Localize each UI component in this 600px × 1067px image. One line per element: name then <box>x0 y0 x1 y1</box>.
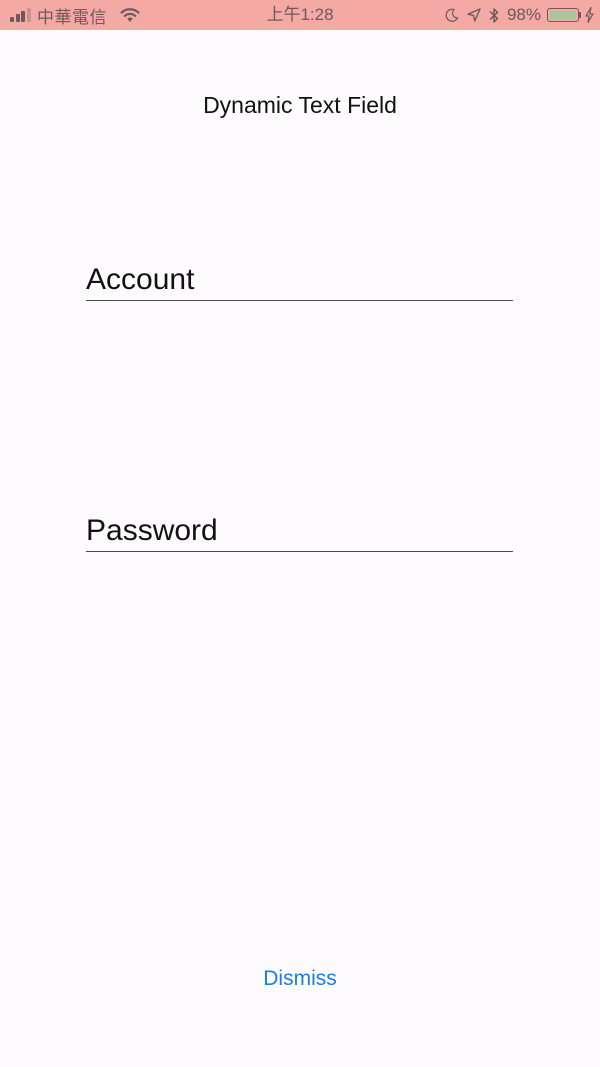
status-right: 98% <box>437 0 594 30</box>
status-bar: 中華電信 上午1:28 98% <box>0 0 600 30</box>
dismiss-button[interactable]: Dismiss <box>0 967 600 991</box>
bluetooth-icon <box>489 7 499 23</box>
battery-icon <box>547 8 579 22</box>
account-placeholder: Account <box>86 263 195 296</box>
moon-icon <box>445 8 459 22</box>
battery-percent: 98% <box>506 5 541 24</box>
account-field[interactable]: Account <box>86 262 513 301</box>
page-title: Dynamic Text Field <box>203 92 397 118</box>
battery-tip <box>579 12 581 18</box>
battery-fill <box>549 10 576 20</box>
password-field[interactable]: Password <box>86 513 513 552</box>
password-placeholder: Password <box>86 514 218 547</box>
location-arrow-icon <box>467 8 481 22</box>
screen: 中華電信 上午1:28 98% Dynamic Text Field Accou… <box>0 0 600 1067</box>
charging-bolt-icon <box>585 7 594 23</box>
